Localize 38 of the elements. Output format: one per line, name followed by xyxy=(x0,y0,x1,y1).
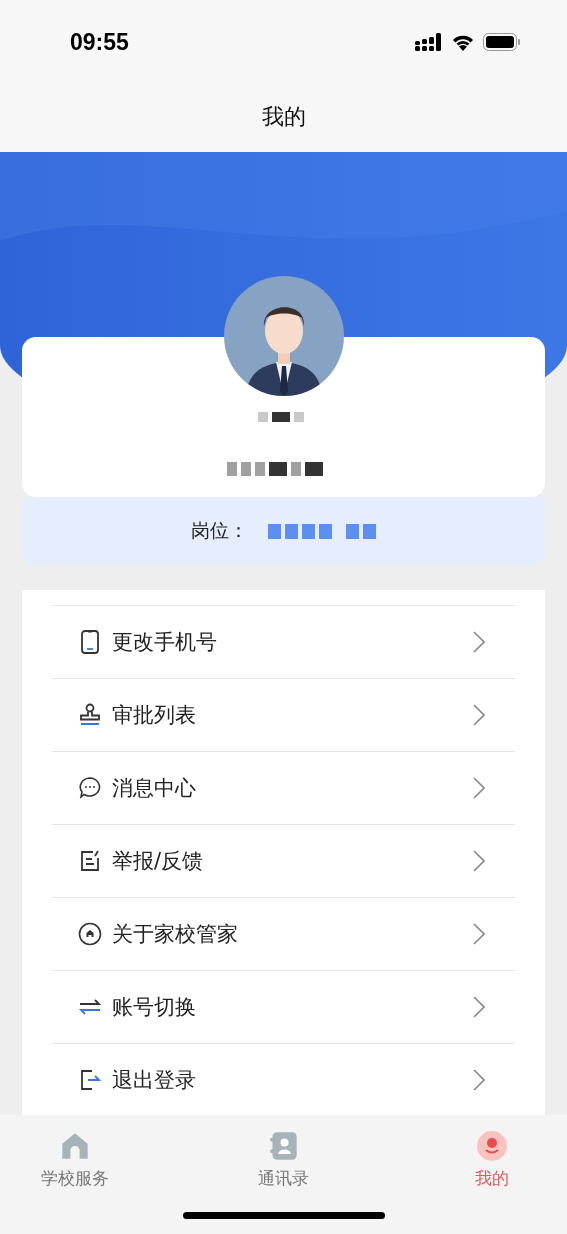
chevron-icon xyxy=(473,777,485,799)
tab[interactable]: 学校服务 xyxy=(30,1131,120,1190)
menu-label: 关于家校管家 xyxy=(112,921,239,948)
menu-label: 消息中心 xyxy=(112,775,197,802)
menu-label: 退出登录 xyxy=(112,1067,197,1094)
profile-icon xyxy=(477,1131,507,1161)
menu-label: 举报/反馈 xyxy=(112,848,205,875)
battery-icon xyxy=(483,33,521,51)
chevron-icon xyxy=(473,996,485,1018)
menu-label: 审批列表 xyxy=(112,702,197,729)
redacted-mark xyxy=(258,412,304,422)
status-time: 09:55 xyxy=(70,28,129,56)
chevron-icon xyxy=(473,1069,485,1091)
menu-label: 更改手机号 xyxy=(112,629,218,656)
page-title: 我的 xyxy=(261,103,306,131)
stamp-icon xyxy=(78,703,102,727)
edit-icon xyxy=(78,849,102,873)
chevron-icon xyxy=(473,850,485,872)
phone-icon xyxy=(78,630,102,654)
role-label: 岗位： xyxy=(191,518,248,543)
chevron-icon xyxy=(473,631,485,653)
chevron-icon xyxy=(473,704,485,726)
menu-item[interactable]: 账号切换 xyxy=(52,970,515,1043)
home-icon xyxy=(78,922,102,946)
menu-item[interactable]: 关于家校管家 xyxy=(52,897,515,970)
contacts-icon xyxy=(268,1131,299,1161)
logout-icon xyxy=(78,1068,102,1092)
menu-item[interactable]: 审批列表 xyxy=(52,678,515,751)
menu-label: 账号切换 xyxy=(112,994,197,1021)
chevron-icon xyxy=(473,923,485,945)
tab[interactable]: 通讯录 xyxy=(238,1131,329,1190)
chat-icon xyxy=(78,776,102,800)
home-icon xyxy=(60,1131,90,1161)
signal-icon xyxy=(415,33,443,51)
wifi-icon xyxy=(451,33,475,51)
menu-item[interactable]: 更改手机号 xyxy=(52,605,515,678)
menu-item[interactable]: 消息中心 xyxy=(52,751,515,824)
menu-item[interactable]: 举报/反馈 xyxy=(52,824,515,897)
